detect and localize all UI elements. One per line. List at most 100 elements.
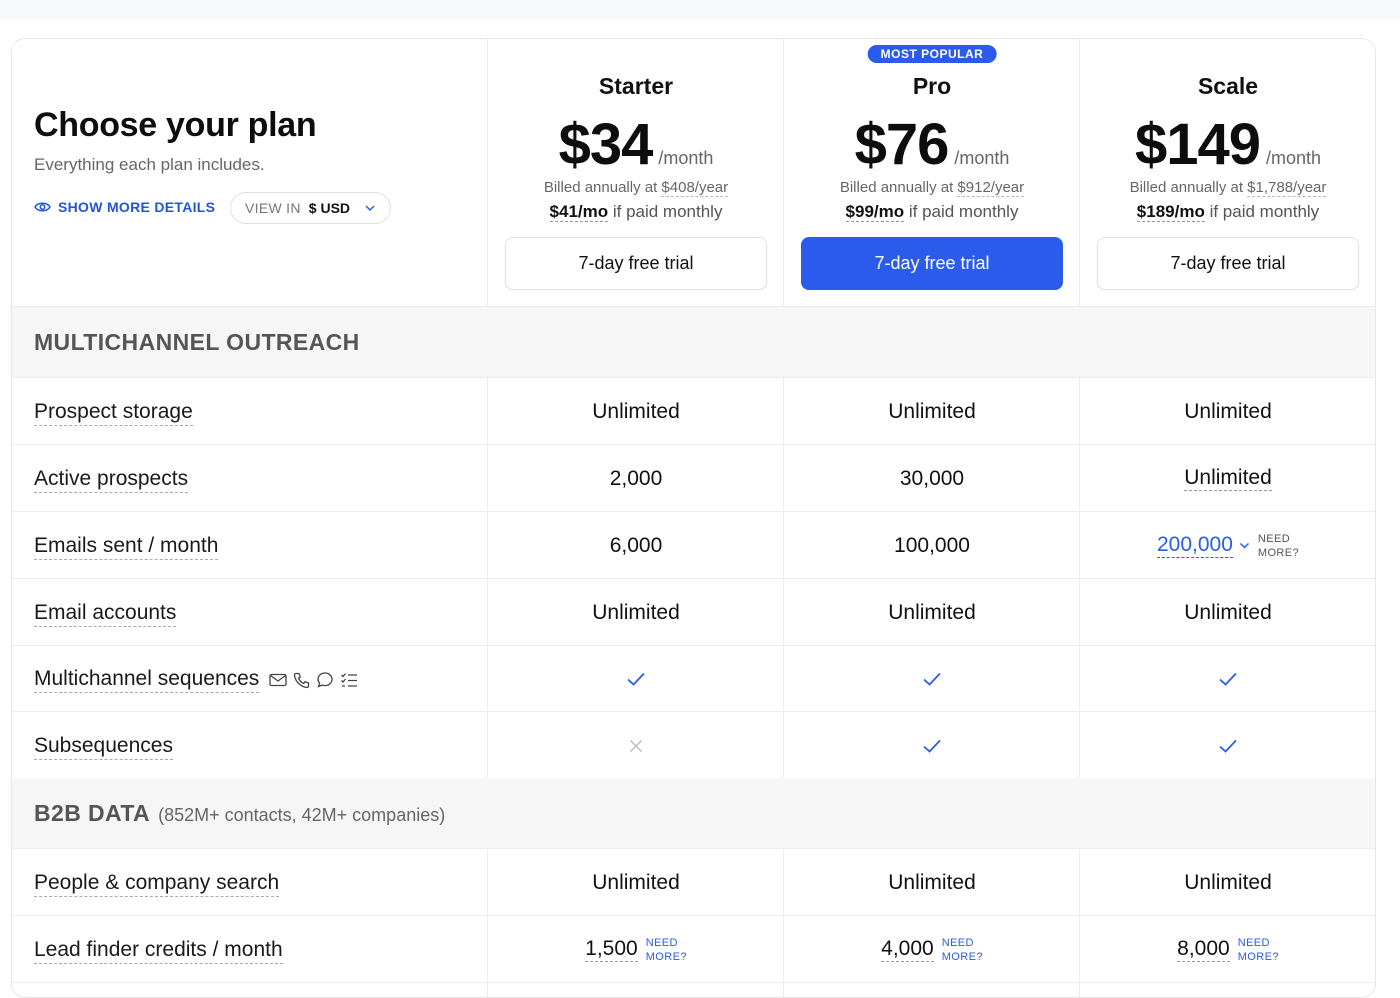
- cell-value: Unlimited: [888, 399, 976, 423]
- credits-value[interactable]: 1,500: [585, 937, 638, 962]
- plan-scale: Scale $149 /month Billed annually at $1,…: [1080, 39, 1375, 307]
- table-row: Prospect storage Unlimited Unlimited Unl…: [12, 378, 1375, 445]
- cell-value: 6,000: [609, 533, 663, 557]
- feature-text: Subsequences: [34, 734, 173, 760]
- show-more-label: SHOW MORE DETAILS: [58, 199, 216, 215]
- cell-value: Unlimited: [592, 600, 680, 624]
- feature-label[interactable]: Active prospects: [34, 467, 189, 493]
- table-row: Active prospects 2,000 30,000 Unlimited: [12, 445, 1375, 512]
- need-more-line1: NEED: [1237, 936, 1270, 949]
- plan-pro: MOST POPULAR Pro $76 /month Billed annua…: [784, 39, 1080, 307]
- price-line: $149 /month: [1080, 111, 1375, 178]
- plan-price: $76: [854, 112, 950, 177]
- price-line: $34 /month: [488, 111, 784, 178]
- need-more-link[interactable]: NEED MORE?: [1258, 532, 1299, 560]
- cell-value: Unlimited: [1184, 870, 1272, 894]
- check-icon: [1219, 739, 1237, 753]
- cell-value: 100,000: [894, 533, 970, 557]
- page-title: Choose your plan: [34, 106, 317, 144]
- cell-value: 2,000: [609, 466, 663, 490]
- billed-amount: $408/year: [661, 179, 729, 197]
- table-row: Emails sent / month 6,000 100,000 200,00…: [12, 512, 1375, 579]
- top-band: [0, 0, 1400, 20]
- cell-value: 1,500 NEED MORE?: [488, 916, 784, 983]
- section-title-text: B2B DATA: [34, 800, 151, 826]
- cell-value: [784, 645, 1080, 712]
- cell-value: 200,000 NEED MORE?: [1080, 512, 1375, 579]
- cell-value[interactable]: Unlimited: [1080, 445, 1375, 512]
- table-row: Lead finder credits / month 1,500 NEED MO…: [12, 916, 1375, 983]
- feature-label[interactable]: Prospect storage: [34, 400, 193, 426]
- currency-value: $ USD: [308, 200, 351, 216]
- cell-value: [1080, 712, 1375, 779]
- chevron-down-icon: [365, 205, 375, 212]
- cell-value: Unlimited: [1184, 600, 1272, 624]
- billed-prefix: Billed annually at: [839, 179, 958, 196]
- show-more-details-link[interactable]: SHOW MORE DETAILS: [34, 199, 215, 215]
- feature-text: Active prospects: [34, 467, 189, 493]
- billed-prefix: Billed annually at: [543, 179, 662, 196]
- dropdown-value: 200,000: [1156, 533, 1233, 558]
- chat-bubble-icon: [317, 672, 333, 688]
- cell-value: [1080, 645, 1375, 712]
- section-multichannel-outreach: MULTICHANNEL OUTREACH: [12, 307, 1375, 378]
- cell-value: [784, 712, 1080, 779]
- need-more-link[interactable]: NEED MORE?: [942, 936, 983, 964]
- mail-icon: [269, 673, 287, 687]
- feature-text: Email accounts: [34, 601, 177, 627]
- monthly-price: $99/mo if paid monthly: [784, 202, 1080, 222]
- need-more-link[interactable]: NEED MORE?: [646, 936, 687, 964]
- task-list-icon: [341, 673, 358, 687]
- most-popular-badge: MOST POPULAR: [867, 45, 997, 63]
- feature-text: Lead finder credits / month: [34, 938, 283, 964]
- check-icon: [923, 739, 941, 753]
- section-title: B2B DATA (852M+ contacts, 42M+ companies): [34, 800, 445, 827]
- monthly-suffix: if paid monthly: [1204, 202, 1320, 221]
- credits-value[interactable]: 4,000: [881, 937, 934, 962]
- check-icon: [923, 672, 941, 686]
- plan-name: Scale: [1197, 73, 1259, 99]
- cell-value: Unlimited: [592, 399, 680, 423]
- need-more-line2: MORE?: [1237, 950, 1279, 963]
- plans-header: Choose your plan Everything each plan in…: [12, 39, 1375, 307]
- billed-annually: Billed annually at $1,788/year: [1080, 179, 1375, 197]
- monthly-amount: $41/mo: [549, 202, 609, 222]
- feature-label[interactable]: Emails sent / month: [34, 534, 219, 560]
- price-period: /month: [658, 148, 714, 168]
- credits-value[interactable]: 8,000: [1177, 937, 1230, 962]
- check-icon: [1219, 672, 1237, 686]
- scale-trial-button[interactable]: 7-day free trial: [1097, 237, 1359, 290]
- section-note: (852M+ contacts, 42M+ companies): [158, 805, 446, 825]
- feature-label[interactable]: Subsequences: [34, 734, 173, 760]
- plan-name: Starter: [598, 73, 674, 99]
- pro-trial-button[interactable]: 7-day free trial: [801, 237, 1063, 290]
- chevron-down-icon: [1239, 542, 1249, 549]
- cell-value: 8,000 NEED MORE?: [1080, 916, 1375, 983]
- billed-amount: $1,788/year: [1247, 179, 1327, 197]
- currency-selector[interactable]: VIEW IN $ USD: [230, 192, 392, 224]
- feature-label[interactable]: Lead finder credits / month: [34, 938, 283, 964]
- need-more-line2: MORE?: [941, 950, 983, 963]
- feature-text: People & company search: [34, 871, 280, 897]
- need-more-link[interactable]: NEED MORE?: [1238, 936, 1279, 964]
- billed-prefix: Billed annually at: [1129, 179, 1248, 196]
- pricing-table: Choose your plan Everything each plan in…: [11, 38, 1376, 998]
- starter-trial-button[interactable]: 7-day free trial: [505, 237, 767, 290]
- monthly-price: $41/mo if paid monthly: [488, 202, 784, 222]
- feature-label[interactable]: People & company search: [34, 871, 280, 897]
- need-more-line2: MORE?: [645, 950, 687, 963]
- cross-icon: [629, 739, 643, 752]
- emails-volume-dropdown[interactable]: 200,000: [1156, 533, 1250, 558]
- feature-label[interactable]: Multichannel sequences: [34, 667, 358, 693]
- cell-value: Unlimited: [888, 600, 976, 624]
- feature-text: Multichannel sequences: [34, 667, 260, 693]
- monthly-amount: $189/mo: [1136, 202, 1205, 222]
- feature-label[interactable]: Email accounts: [34, 601, 177, 627]
- plan-starter: Starter $34 /month Billed annually at $4…: [488, 39, 784, 307]
- plan-name: Pro: [912, 73, 952, 99]
- cell-value-text: Unlimited: [1184, 466, 1272, 491]
- table-row: Subsequences: [12, 712, 1375, 779]
- monthly-suffix: if paid monthly: [904, 202, 1019, 221]
- section-title: MULTICHANNEL OUTREACH: [34, 329, 360, 355]
- table-row: Email accounts Unlimited Unlimited Unlim…: [12, 579, 1375, 646]
